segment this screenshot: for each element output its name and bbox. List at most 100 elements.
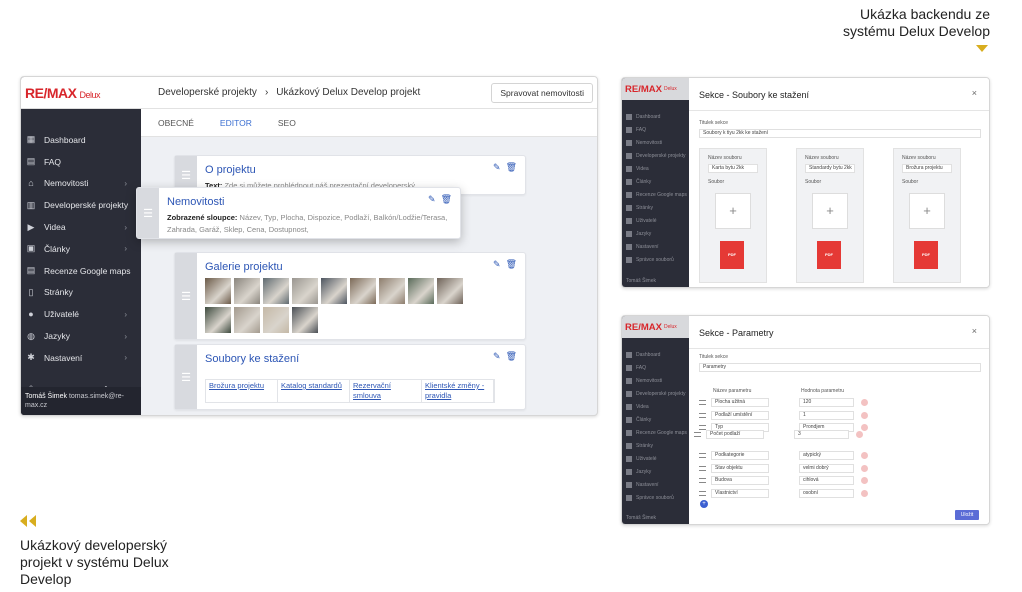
param-name-input[interactable]: Podkategorie: [711, 451, 769, 460]
gallery-photo[interactable]: [321, 278, 347, 304]
manage-realty-button[interactable]: Spravovat nemovitosti: [491, 83, 593, 103]
download-link[interactable]: Klientské změny - pravidla: [422, 380, 494, 402]
sidebar-item[interactable]: ▯ Stránky: [21, 282, 141, 304]
param-row[interactable]: Plocha užitná 120: [699, 398, 879, 407]
param-name-input[interactable]: Podlaží umístění: [711, 410, 769, 420]
gallery-photo[interactable]: [205, 307, 231, 333]
gallery-photo[interactable]: [263, 307, 289, 333]
mini-sidebar-item[interactable]: Články: [622, 413, 689, 426]
gallery-photo[interactable]: [234, 307, 260, 333]
gallery-photo[interactable]: [379, 278, 405, 304]
param-row[interactable]: Vlastnictví osobní: [699, 488, 879, 498]
param-row[interactable]: Stav objektu velmi dobrý: [699, 463, 879, 473]
mini-sidebar-item[interactable]: Developerské projekty: [622, 387, 689, 400]
section-card-realty-dragging[interactable]: ☰ Nemovitosti ✎ 🗑 Zobrazené sloupce: Náze…: [136, 187, 461, 239]
gallery-photo[interactable]: [234, 278, 260, 304]
section-card-gallery[interactable]: ☰ Galerie projektu ✎ 🗑: [174, 252, 526, 340]
edit-icon[interactable]: ✎: [493, 351, 501, 362]
tab-seo[interactable]: SEO: [278, 118, 296, 128]
pdf-file-icon[interactable]: PDF: [720, 241, 744, 269]
mini-sidebar-item[interactable]: Dashboard: [622, 348, 689, 361]
section-title-input[interactable]: Soubory k tiyu 2kk ke stažení: [699, 129, 981, 138]
remove-param-icon[interactable]: [861, 399, 868, 406]
download-link[interactable]: Brožura projektu: [206, 380, 278, 402]
mini-sidebar-item[interactable]: Videa: [622, 162, 689, 175]
drag-handle-icon[interactable]: [694, 432, 701, 437]
param-name-input[interactable]: Počet podlaží: [706, 430, 764, 439]
section-title-input[interactable]: Parametry: [699, 363, 981, 372]
delete-icon[interactable]: 🗑: [506, 162, 517, 173]
sidebar-item[interactable]: ▦ Dashboard: [21, 129, 141, 151]
mini-sidebar-item[interactable]: Stránky: [622, 439, 689, 452]
pdf-file-icon[interactable]: PDF: [914, 241, 938, 269]
mini-sidebar-item[interactable]: Jazyky: [622, 227, 689, 240]
close-icon[interactable]: ×: [972, 88, 977, 98]
mini-sidebar-item[interactable]: Uživatelé: [622, 452, 689, 465]
file-name-input[interactable]: Karta bytu 2kk: [708, 164, 758, 173]
drag-handle-icon[interactable]: ☰: [175, 345, 197, 409]
param-row[interactable]: Počet podlaží 3: [694, 430, 874, 439]
drag-handle-icon[interactable]: [699, 400, 706, 405]
mini-sidebar-item[interactable]: Správce souborů: [622, 491, 689, 504]
mini-sidebar-item[interactable]: Dashboard: [622, 110, 689, 123]
add-file-icon[interactable]: +: [812, 193, 848, 229]
mini-sidebar-item[interactable]: Stránky: [622, 201, 689, 214]
download-link[interactable]: Katalog standardů: [278, 380, 350, 402]
mini-sidebar-item[interactable]: Správce souborů: [622, 253, 689, 266]
sidebar-item[interactable]: ▶ Videa ›: [21, 216, 141, 238]
mini-sidebar-item[interactable]: Uživatelé: [622, 214, 689, 227]
remove-param-icon[interactable]: [856, 431, 863, 438]
sidebar-item[interactable]: ✱ Nastavení ›: [21, 347, 141, 369]
remove-param-icon[interactable]: [861, 477, 868, 484]
mini-sidebar-item[interactable]: FAQ: [622, 361, 689, 374]
param-row[interactable]: Podkategorie atypický: [699, 451, 879, 460]
param-value-input[interactable]: cihlová: [799, 476, 854, 485]
gallery-photo[interactable]: [408, 278, 434, 304]
mini-sidebar-item[interactable]: Články: [622, 175, 689, 188]
drag-handle-icon[interactable]: [699, 478, 706, 483]
param-name-input[interactable]: Plocha užitná: [711, 398, 769, 407]
close-icon[interactable]: ×: [972, 326, 977, 336]
mini-sidebar-item[interactable]: Nastavení: [622, 478, 689, 491]
remax-logo[interactable]: RE/MAX Delux: [25, 85, 100, 101]
mini-sidebar-item[interactable]: Videa: [622, 400, 689, 413]
tab-editor[interactable]: EDITOR: [220, 118, 252, 128]
gallery-photo[interactable]: [292, 307, 318, 333]
mini-sidebar-item[interactable]: Jazyky: [622, 465, 689, 478]
edit-icon[interactable]: ✎: [493, 259, 501, 270]
tab-general[interactable]: OBECNÉ: [158, 118, 194, 128]
drag-handle-icon[interactable]: [699, 412, 706, 418]
drag-handle-icon[interactable]: [699, 453, 706, 458]
mini-sidebar-item[interactable]: Nemovitosti: [622, 374, 689, 387]
section-card-downloads[interactable]: ☰ Soubory ke stažení ✎ 🗑 Brožura projektu…: [174, 344, 526, 410]
remove-param-icon[interactable]: [861, 452, 868, 459]
mini-sidebar-item[interactable]: Nemovitosti: [622, 136, 689, 149]
param-value-input[interactable]: 3: [794, 430, 849, 439]
pdf-file-icon[interactable]: PDF: [817, 241, 841, 269]
add-param-icon[interactable]: +: [700, 500, 708, 508]
add-file-icon[interactable]: +: [715, 193, 751, 229]
drag-handle-icon[interactable]: ☰: [137, 188, 159, 238]
param-name-input[interactable]: Vlastnictví: [711, 488, 769, 498]
param-value-input[interactable]: velmi dobrý: [799, 463, 854, 473]
param-value-input[interactable]: osobní: [799, 488, 854, 498]
sidebar-item[interactable]: ▤ FAQ: [21, 151, 141, 173]
file-name-input[interactable]: Standardy bytu 2kk: [805, 164, 855, 173]
file-name-input[interactable]: Brožura projektu: [902, 164, 952, 173]
sidebar-item[interactable]: ⌂ Nemovitosti ›: [21, 173, 141, 195]
edit-icon[interactable]: ✎: [493, 162, 501, 173]
param-row[interactable]: Budova cihlová: [699, 476, 879, 485]
sidebar-item[interactable]: ▥ Developerské projekty: [21, 194, 141, 216]
sidebar-item[interactable]: ▤ Recenze Google maps: [21, 260, 141, 282]
param-value-input[interactable]: 120: [799, 398, 854, 407]
mini-sidebar-item[interactable]: Nastavení: [622, 240, 689, 253]
param-value-input[interactable]: atypický: [799, 451, 854, 460]
download-link[interactable]: Rezervační smlouva: [350, 380, 422, 402]
mini-sidebar-item[interactable]: Developerské projekty: [622, 149, 689, 162]
sidebar-item[interactable]: ▣ Články ›: [21, 238, 141, 260]
user-bar[interactable]: Tomáš Šimek tomas.simek@re-max.cz: [21, 387, 141, 415]
param-row[interactable]: Podlaží umístění 1: [699, 410, 879, 420]
drag-handle-icon[interactable]: ☰: [175, 253, 197, 339]
remove-param-icon[interactable]: [861, 411, 868, 419]
delete-icon[interactable]: 🗑: [506, 351, 517, 362]
